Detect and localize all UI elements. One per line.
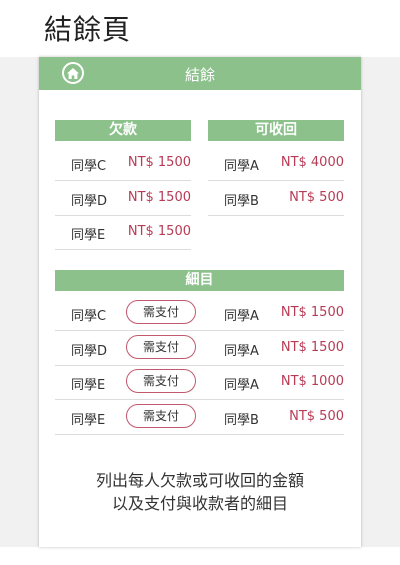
pay-button[interactable]: 需支付 — [126, 369, 196, 393]
detail-amount: NT$ 1500 — [280, 340, 344, 355]
receivable-name: 同學A — [224, 159, 259, 174]
debt-amount: NT$ 1500 — [127, 190, 191, 205]
debt-name: 同學D — [71, 194, 108, 209]
detail-row: 同學C 需支付 同學A NT$ 1500 — [55, 296, 344, 331]
debt-name: 同學E — [71, 228, 106, 243]
pay-button[interactable]: 需支付 — [126, 404, 196, 428]
receivable-row: 同學B NT$ 500 — [208, 181, 344, 216]
card-header: 結餘 — [39, 57, 361, 90]
payee-name: 同學B — [224, 413, 259, 428]
payer-name: 同學E — [71, 413, 106, 428]
debt-row: 同學E NT$ 1500 — [55, 215, 191, 250]
page-title: 結餘頁 — [44, 13, 132, 46]
receivable-name: 同學B — [224, 194, 259, 209]
detail-amount: NT$ 1000 — [280, 374, 344, 389]
debt-amount: NT$ 1500 — [127, 224, 191, 239]
detail-amount: NT$ 500 — [289, 409, 344, 424]
receivable-amount: NT$ 4000 — [280, 155, 344, 170]
receivables-header: 可收回 — [208, 120, 344, 141]
debts-header: 欠款 — [55, 120, 191, 141]
pay-button[interactable]: 需支付 — [126, 300, 196, 324]
pay-button[interactable]: 需支付 — [126, 335, 196, 359]
debt-amount: NT$ 1500 — [127, 155, 191, 170]
debt-row: 同學D NT$ 1500 — [55, 181, 191, 216]
detail-row: 同學E 需支付 同學B NT$ 500 — [55, 400, 344, 435]
payer-name: 同學E — [71, 378, 106, 393]
payee-name: 同學A — [224, 344, 259, 359]
balance-card: 結餘 欠款 同學C NT$ 1500 同學D NT$ 1500 同學E NT$ … — [39, 57, 361, 547]
receivable-amount: NT$ 500 — [289, 190, 344, 205]
debt-row: 同學C NT$ 1500 — [55, 146, 191, 181]
note-line-1: 列出每人欠款或可收回的金額 — [95, 471, 304, 490]
details-header: 細目 — [55, 270, 344, 291]
payee-name: 同學A — [224, 309, 259, 324]
detail-amount: NT$ 1500 — [280, 305, 344, 320]
detail-row: 同學D 需支付 同學A NT$ 1500 — [55, 331, 344, 366]
payer-name: 同學C — [71, 309, 107, 324]
debt-name: 同學C — [71, 159, 107, 174]
payee-name: 同學A — [224, 378, 259, 393]
note-line-2: 以及支付與收款者的細目 — [111, 494, 288, 513]
receivable-row: 同學A NT$ 4000 — [208, 146, 344, 181]
header-title: 結餘 — [184, 66, 215, 84]
detail-row: 同學E 需支付 同學A NT$ 1000 — [55, 365, 344, 400]
payer-name: 同學D — [71, 344, 108, 359]
